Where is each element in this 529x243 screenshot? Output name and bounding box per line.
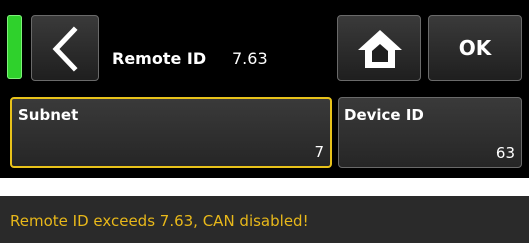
home-button[interactable] xyxy=(337,15,421,81)
subnet-field[interactable]: Subnet 7 xyxy=(10,97,332,168)
home-icon xyxy=(358,30,402,68)
page-title: Remote ID xyxy=(112,49,207,68)
device-id-value: 63 xyxy=(495,144,515,162)
remote-id-value: 7.63 xyxy=(232,49,268,68)
warning-message: Remote ID exceeds 7.63, CAN disabled! xyxy=(10,212,309,230)
message-bar: Remote ID exceeds 7.63, CAN disabled! xyxy=(0,196,529,243)
back-button[interactable] xyxy=(31,15,99,81)
device-id-field[interactable]: Device ID 63 xyxy=(338,97,522,168)
status-indicator xyxy=(7,15,22,79)
subnet-value: 7 xyxy=(314,143,324,161)
chevron-left-icon xyxy=(52,26,78,72)
device-screen: Remote ID 7.63 OK Subnet 7 Device ID 63 xyxy=(0,0,529,178)
device-id-label: Device ID xyxy=(344,106,424,124)
ok-button[interactable]: OK xyxy=(428,15,522,81)
subnet-label: Subnet xyxy=(18,106,79,124)
